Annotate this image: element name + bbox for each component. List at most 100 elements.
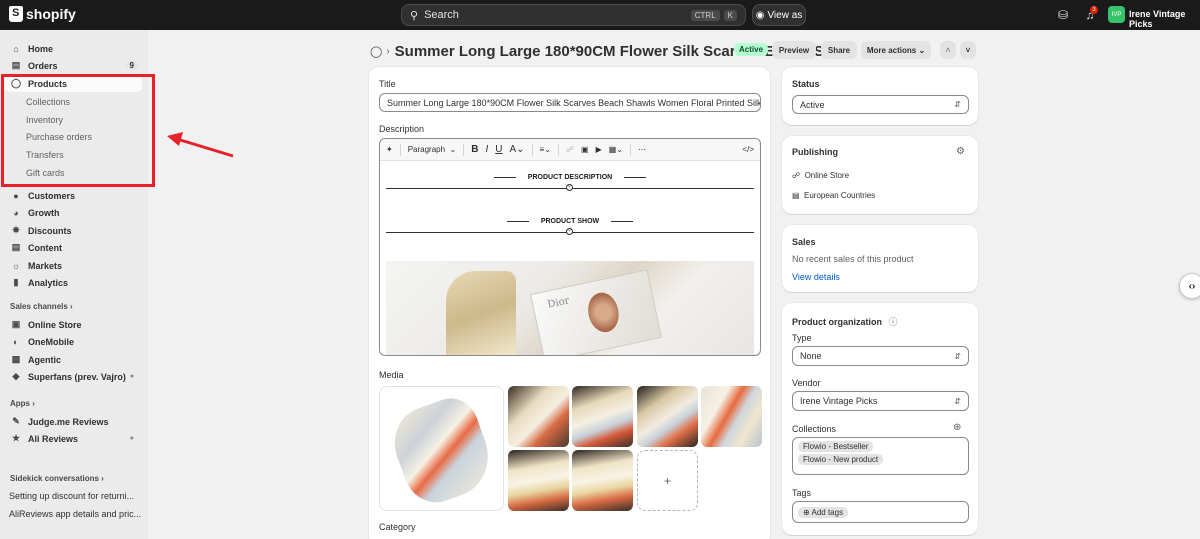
video-icon[interactable]: ▶ [596, 145, 602, 154]
store-avatar[interactable]: IVP [1108, 6, 1125, 23]
tags-field[interactable]: ⊕ Add tags [792, 501, 969, 523]
collection-chip[interactable]: Flowio - Bestseller [798, 441, 874, 452]
store-name[interactable]: Irene Vintage Picks [1129, 9, 1200, 29]
status-value: Active [800, 99, 825, 110]
more-formatting-icon[interactable]: ⋯ [638, 145, 646, 154]
media-primary-image[interactable] [379, 386, 504, 511]
storefront-icon: ▣ [11, 319, 21, 329]
sidebar-item-customers[interactable]: ● Customers [4, 187, 142, 204]
breadcrumb-chevron-icon: › [386, 45, 390, 57]
sales-channels-heading[interactable]: Sales channels › [10, 302, 73, 311]
person-icon: ● [13, 190, 19, 201]
paragraph-dropdown[interactable]: Paragraph ⌄ [408, 145, 457, 154]
sidebar-item-ali-reviews[interactable]: ★ Ali Reviews ● [4, 430, 142, 447]
sidebar-item-label: Orders [28, 60, 58, 71]
description-heading: PRODUCT SHOW [386, 218, 754, 225]
previous-product-button[interactable]: ˄ [940, 41, 956, 59]
share-button[interactable]: Share [821, 41, 857, 59]
publishing-label: Publishing [792, 147, 838, 157]
sidebar-item-home[interactable]: ⌂ Home [4, 40, 142, 57]
media-thumbnail[interactable] [572, 386, 633, 447]
thumbnail-fill [572, 386, 633, 447]
collections-field[interactable]: Flowio - Bestseller Flowio - New product [792, 437, 969, 475]
product-details-card: Title Summer Long Large 180*90CM Flower … [369, 67, 770, 539]
image-icon[interactable]: ▣ [581, 145, 589, 154]
home-icon: ⌂ [13, 43, 19, 54]
info-icon[interactable]: ⓘ [889, 317, 898, 327]
title-input[interactable]: Summer Long Large 180*90CM Flower Silk S… [379, 93, 761, 112]
sidebar-item-superfans[interactable]: ◆ Superfans (prev. Vajro) ● [4, 368, 142, 385]
description-editor[interactable]: ✦ Paragraph ⌄ B I U A⌄ ≡⌄ ☍ ▣ ▶ ▦⌄ ⋯ </>… [379, 138, 761, 356]
plus-circle-icon: ⊕ [803, 507, 810, 517]
sidekick-conversation[interactable]: AliReviews app details and pric... [9, 509, 141, 519]
toolbar-divider [630, 143, 631, 156]
shopify-logo[interactable]: shopify [9, 6, 76, 22]
bold-icon[interactable]: B [471, 144, 478, 155]
italic-icon[interactable]: I [485, 144, 488, 155]
code-brackets-icon: ‹› [1188, 280, 1196, 292]
plus-icon: + [663, 473, 671, 488]
apps-heading[interactable]: Apps › [10, 399, 35, 408]
description-heading: PRODUCT DESCRIPTION [386, 174, 754, 181]
star-icon: ★ [11, 433, 21, 443]
search-bar[interactable]: ⚲ Search CTRL K [401, 4, 746, 26]
shortcut-k: K [723, 9, 737, 21]
sidekick-toggle-button[interactable]: ‹› [1179, 273, 1200, 299]
add-tags-button[interactable]: ⊕ Add tags [798, 506, 849, 518]
sidebar-item-growth[interactable]: ◕ Growth [4, 204, 142, 221]
store-icon[interactable]: ⛁ [1056, 8, 1070, 22]
sidebar-item-orders[interactable]: ▤ Orders 9 [4, 57, 142, 74]
sales-text: No recent sales of this product [792, 254, 914, 264]
sidekick-conversation[interactable]: Setting up discount for returni... [9, 491, 134, 501]
sidebar-item-online-store[interactable]: ▣ Online Store [4, 316, 142, 333]
code-view-icon[interactable]: </> [742, 145, 754, 154]
sidekick-heading[interactable]: Sidekick conversations › [10, 474, 104, 483]
status-select[interactable]: Active ⇵ [792, 95, 969, 114]
link-icon[interactable]: ☍ [566, 145, 574, 154]
magazine-text: Dior [546, 295, 571, 311]
sidebar-item-content[interactable]: ▤ Content [4, 239, 142, 256]
scarf-photo-shape [446, 271, 516, 355]
sidebar-item-analytics[interactable]: ▮ Analytics [4, 274, 142, 291]
type-select[interactable]: None ⇵ [792, 346, 969, 366]
thumbnail-fill [637, 386, 698, 447]
search-icon: ⚲ [410, 9, 419, 22]
sidebar-item-onemobile[interactable]: ◐ OneMobile [4, 333, 142, 350]
more-actions-button[interactable]: More actions ⌄ [861, 41, 931, 59]
add-collection-icon[interactable]: ⊕ [953, 422, 961, 433]
manage-channels-icon[interactable]: ⚙ [956, 146, 965, 157]
media-thumbnail[interactable] [508, 450, 569, 511]
sidekick-label: Sidekick conversations [10, 474, 99, 483]
underline-icon[interactable]: U [495, 144, 502, 155]
media-thumbnail[interactable] [637, 386, 698, 447]
align-icon[interactable]: ≡⌄ [540, 145, 551, 154]
thumbnail-fill [572, 450, 633, 511]
bar-chart-icon: ▮ [13, 277, 19, 287]
view-as-button[interactable]: ◉ View as [752, 4, 806, 26]
view-details-link[interactable]: View details [792, 272, 840, 282]
add-media-button[interactable]: + [637, 450, 698, 511]
eye-icon: ◉ [755, 9, 765, 21]
media-thumbnail[interactable] [572, 450, 633, 511]
select-chevron-icon: ⇵ [954, 100, 961, 109]
vendor-select[interactable]: Irene Vintage Picks ⇵ [792, 391, 969, 411]
publishing-channel: ☍ Online Store [792, 171, 849, 180]
description-label: Description [379, 124, 425, 134]
text-color-icon[interactable]: A⌄ [509, 144, 524, 155]
sidebar-item-judgeme[interactable]: ✎ Judge.me Reviews [4, 413, 142, 430]
status-label: Status [792, 79, 820, 89]
collection-chip[interactable]: Flowio - New product [798, 454, 884, 465]
next-product-button[interactable]: ˅ [960, 41, 976, 59]
sidebar-item-agentic[interactable]: ▩ Agentic [4, 351, 142, 368]
sidebar-item-markets[interactable]: ☼ Markets [4, 257, 142, 274]
sidebar-item-discounts[interactable]: ✸ Discounts [4, 222, 142, 239]
media-thumbnail[interactable] [701, 386, 762, 447]
status-badge: Active [734, 43, 769, 56]
media-thumbnail[interactable] [508, 386, 569, 447]
toolbar-divider [557, 143, 559, 156]
table-icon[interactable]: ▦⌄ [609, 145, 623, 154]
preview-button[interactable]: Preview [772, 41, 816, 59]
channel-icon: ☍ [792, 171, 801, 180]
sparkle-icon[interactable]: ✦ [386, 145, 393, 154]
chevron-down-icon: ˅ [965, 45, 971, 55]
